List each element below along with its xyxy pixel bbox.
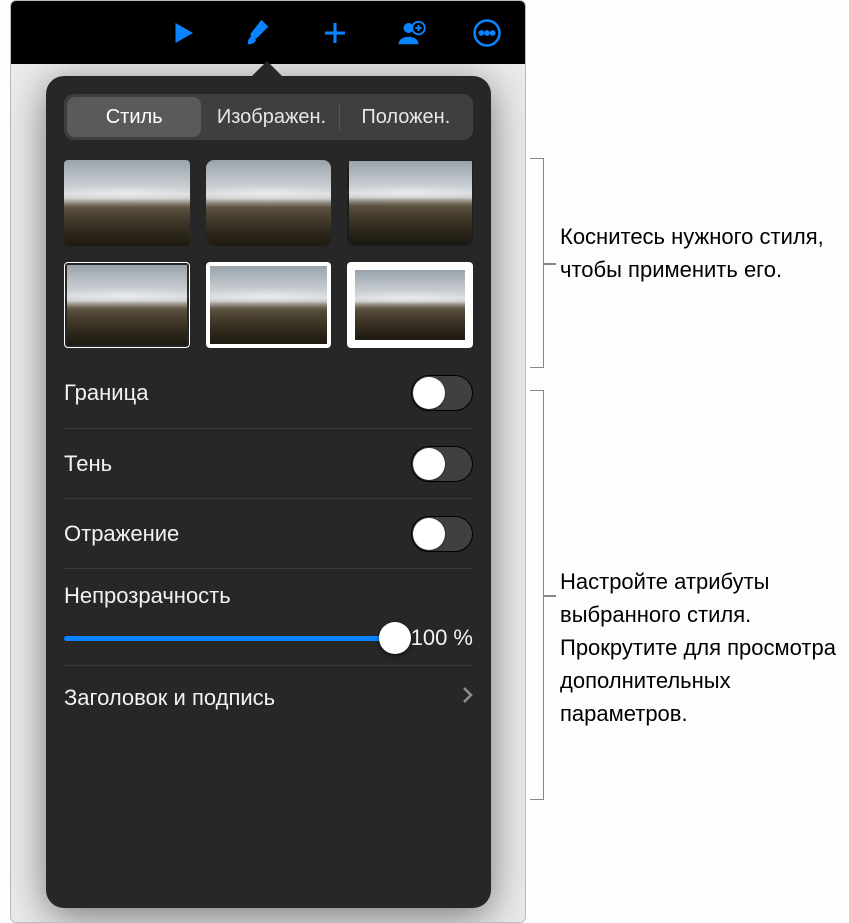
style-thumb[interactable] xyxy=(64,160,190,246)
style-thumb[interactable] xyxy=(347,262,473,348)
reflection-toggle[interactable] xyxy=(411,516,473,552)
more-button[interactable] xyxy=(469,15,505,51)
insert-button[interactable] xyxy=(317,15,353,51)
style-thumb-preview xyxy=(64,160,190,246)
app-screenshot: Стиль Изображен. Положен. Граница Тень xyxy=(10,0,526,923)
tab-segmented-control[interactable]: Стиль Изображен. Положен. xyxy=(64,94,473,140)
style-thumb[interactable] xyxy=(64,262,190,348)
style-thumbnail-grid xyxy=(46,140,491,358)
shadow-label: Тень xyxy=(64,451,112,477)
chevron-right-icon xyxy=(461,686,473,709)
shadow-toggle[interactable] xyxy=(411,446,473,482)
format-button[interactable] xyxy=(241,15,277,51)
tab-style[interactable]: Стиль xyxy=(67,97,201,137)
callout-bracket xyxy=(530,158,544,368)
callout-lead xyxy=(544,263,556,265)
callout-lead xyxy=(544,595,556,597)
play-button[interactable] xyxy=(165,15,201,51)
tab-image[interactable]: Изображен. xyxy=(204,94,338,140)
border-label: Граница xyxy=(64,380,148,406)
tab-label: Изображен. xyxy=(217,106,326,129)
opacity-label: Непрозрачность xyxy=(64,583,473,609)
ellipsis-circle-icon xyxy=(472,18,502,48)
play-icon xyxy=(168,18,198,48)
style-thumb[interactable] xyxy=(206,160,332,246)
style-thumb-preview xyxy=(347,262,473,348)
format-popover: Стиль Изображен. Положен. Граница Тень xyxy=(46,76,491,908)
tab-label: Положен. xyxy=(361,106,450,129)
style-thumb-preview xyxy=(206,262,332,348)
style-options-list: Граница Тень Отражение Непрозрачность 10… xyxy=(46,358,491,729)
paintbrush-icon xyxy=(244,18,274,48)
reflection-label: Отражение xyxy=(64,521,179,547)
style-thumb-preview xyxy=(67,265,187,345)
top-toolbar xyxy=(11,1,525,64)
border-toggle[interactable] xyxy=(411,375,473,411)
title-caption-label: Заголовок и подпись xyxy=(64,685,275,711)
opacity-row: Непрозрачность 100 % xyxy=(64,568,473,665)
style-thumb-preview xyxy=(206,160,332,246)
person-add-icon xyxy=(396,18,426,48)
style-thumb-preview xyxy=(349,161,472,243)
tab-label: Стиль xyxy=(106,106,163,129)
shadow-row: Тень xyxy=(64,428,473,498)
reflection-row: Отражение xyxy=(64,498,473,568)
callout-bracket xyxy=(530,390,544,800)
callout-text: Коснитесь нужного стиля, чтобы применить… xyxy=(560,220,830,286)
border-row: Граница xyxy=(64,358,473,428)
style-thumb[interactable] xyxy=(206,262,332,348)
opacity-slider-container: 100 % xyxy=(64,625,473,651)
opacity-slider[interactable] xyxy=(64,636,397,641)
opacity-slider-thumb[interactable] xyxy=(379,622,411,654)
opacity-value: 100 % xyxy=(411,625,473,651)
style-thumb[interactable] xyxy=(347,160,473,246)
collaborate-button[interactable] xyxy=(393,15,429,51)
callout-text: Настройте атрибуты выбранного стиля. Про… xyxy=(560,565,840,730)
plus-icon xyxy=(320,18,350,48)
tab-arrange[interactable]: Положен. xyxy=(339,94,473,140)
title-caption-row[interactable]: Заголовок и подпись xyxy=(64,665,473,729)
